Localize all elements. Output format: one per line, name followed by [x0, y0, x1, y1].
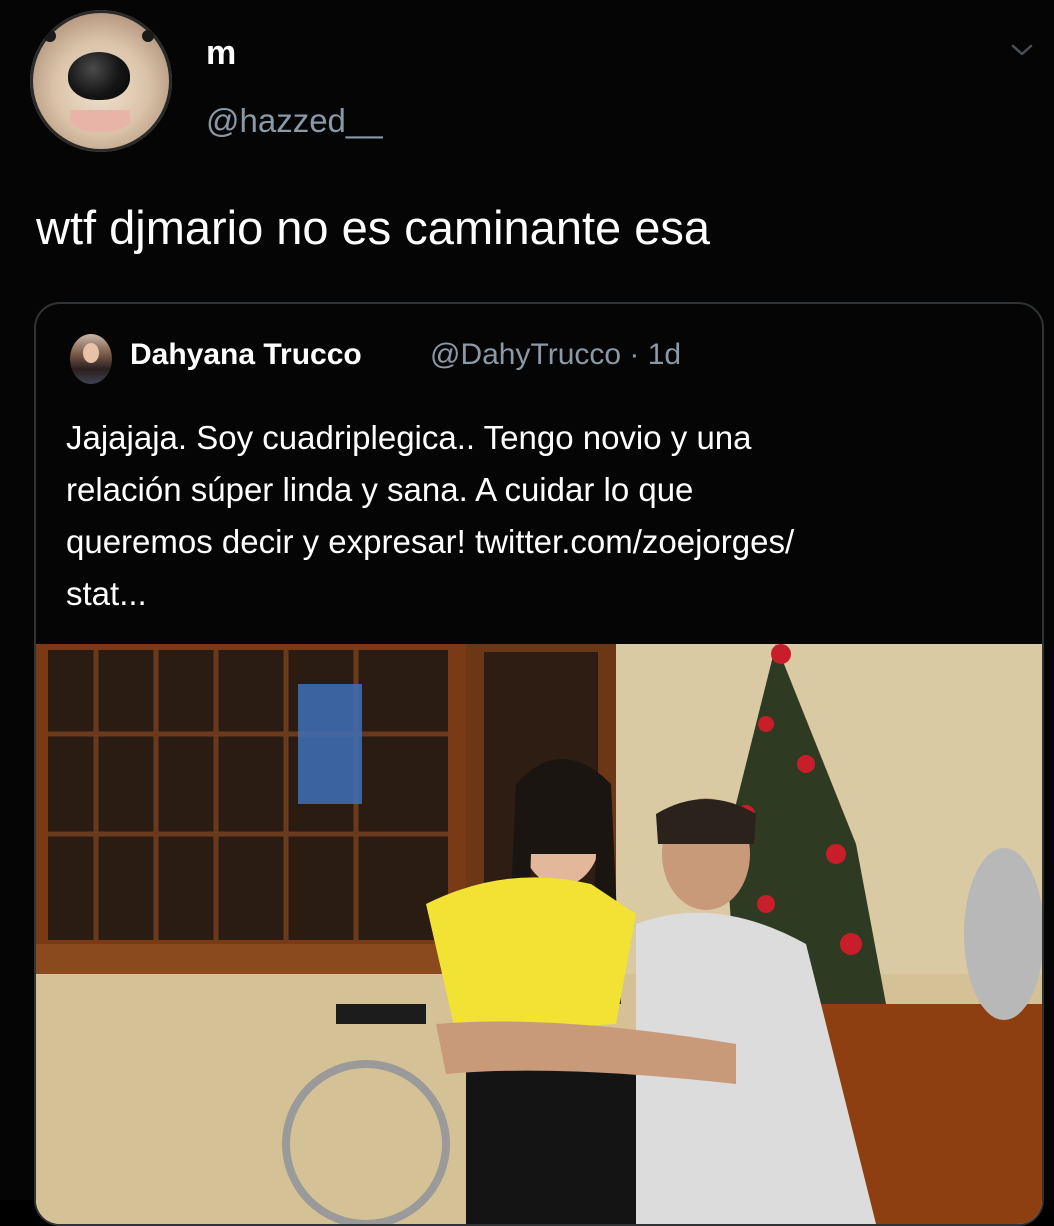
quoted-text-line: relación súper linda y sana. A cuidar lo… [66, 471, 694, 508]
avatar-eye [142, 30, 154, 42]
photo-sill [36, 944, 466, 974]
photo-illustration [36, 644, 1042, 1224]
photo-vase [964, 848, 1042, 1020]
avatar-dog-mouth [70, 110, 130, 132]
quoted-author-avatar[interactable] [70, 334, 112, 384]
quoted-avatar-face [83, 343, 99, 363]
meta-separator: · [629, 338, 640, 371]
quoted-author-meta: @DahyTrucco · 1d [430, 338, 681, 372]
quoted-timestamp[interactable]: 1d [648, 338, 681, 371]
photo-window-glass [48, 650, 448, 940]
tweet-card: m @hazzed__ wtf djmario no es caminante … [0, 0, 1054, 1226]
tweet-text: wtf djmario no es caminante esa [36, 201, 710, 254]
chevron-down-icon[interactable] [1010, 40, 1034, 60]
author-display-name[interactable]: m [206, 34, 236, 73]
quoted-text-line[interactable]: stat... [66, 568, 1026, 620]
quoted-text-line[interactable]: queremos decir y expresar! twitter.com/z… [66, 516, 1026, 568]
quoted-author-name[interactable]: Dahyana Trucco [130, 338, 362, 372]
quoted-tweet-photo[interactable] [36, 644, 1042, 1224]
quoted-tweet-text: Jajajaja. Soy cuadriplegica.. Tengo novi… [66, 412, 1026, 620]
photo-wheelchair-arm [336, 1004, 426, 1024]
user-avatar[interactable] [30, 10, 172, 152]
quoted-author-handle[interactable]: @DahyTrucco [430, 338, 621, 371]
photo-tv-reflection [298, 684, 362, 804]
quoted-text-line: Jajajaja. Soy cuadriplegica.. Tengo novi… [66, 419, 752, 456]
photo-yellow-top [426, 877, 636, 1034]
author-handle[interactable]: @hazzed__ [206, 102, 383, 140]
avatar-dog-nose [68, 52, 130, 100]
avatar-eye [44, 30, 56, 42]
quoted-tweet[interactable]: Dahyana Trucco @DahyTrucco · 1d Jajajaja… [34, 302, 1044, 1226]
